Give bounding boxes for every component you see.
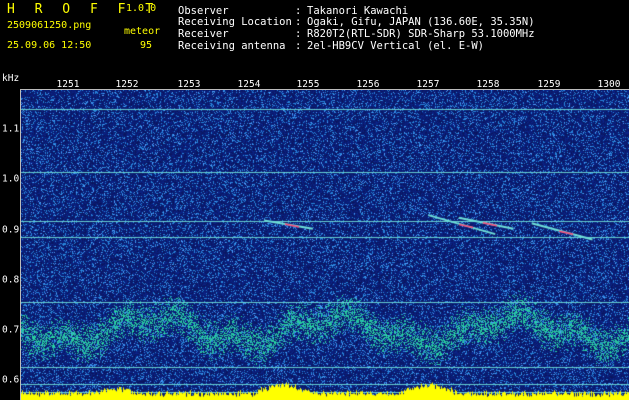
antenna-colon: : xyxy=(295,40,302,52)
meteor-label: meteor xyxy=(124,26,161,37)
location-value: Ogaki, Gifu, JAPAN (136.60E, 35.35N) xyxy=(307,16,535,28)
receiver-label: Receiver xyxy=(178,28,229,40)
y-tick-label: 1.0 xyxy=(2,173,20,185)
spectrogram-plot xyxy=(21,90,629,400)
location-label: Receiving Location xyxy=(178,16,292,28)
y-axis-unit-label: kHz xyxy=(2,73,20,84)
datetime-label: 25.09.06 12:50 xyxy=(7,40,92,51)
y-tick-label: 0.8 xyxy=(2,274,20,286)
version-label: 1.0.0 xyxy=(126,3,157,14)
hrofft-window: H R O F F T 1.0.0 2509061250.png meteor … xyxy=(0,0,629,400)
meteor-count: 95 xyxy=(140,40,153,51)
y-tick-label: 1.1 xyxy=(2,123,20,135)
antenna-value: 2el-HB9CV Vertical (el. E-W) xyxy=(307,40,485,52)
filename-label: 2509061250.png xyxy=(7,20,92,31)
location-colon: : xyxy=(295,16,302,28)
header-panel: H R O F F T 1.0.0 2509061250.png meteor … xyxy=(0,0,629,72)
receiver-colon: : xyxy=(295,28,302,40)
y-tick-label: 0.7 xyxy=(2,324,20,336)
receiver-value: R820T2(RTL-SDR) SDR-Sharp 53.1000MHz xyxy=(307,28,535,40)
y-tick-label: 0.9 xyxy=(2,224,20,236)
antenna-label: Receiving antenna xyxy=(178,40,286,52)
y-tick-label: 0.6 xyxy=(2,374,20,386)
